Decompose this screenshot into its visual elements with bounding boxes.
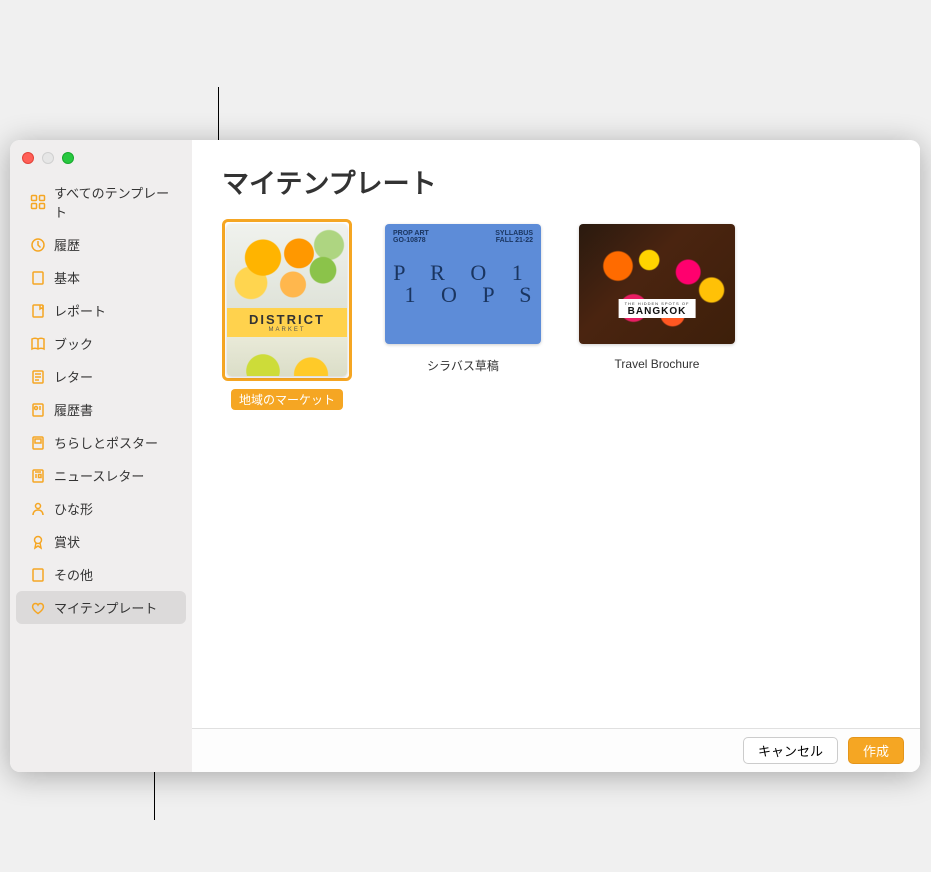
person-icon	[30, 501, 46, 517]
sidebar-item-label: 賞状	[54, 532, 80, 551]
sidebar-item-label: レター	[54, 367, 93, 386]
template-thumbnail: PROP ARTGO-10878 SYLLABUSFALL 21-22 P R …	[385, 224, 541, 344]
footer: キャンセル 作成	[192, 728, 920, 772]
close-window-button[interactable]	[22, 152, 34, 164]
template-chooser-window: すべてのテンプレート 履歴 基本 レポート ブック	[10, 140, 920, 772]
template-thumbnail: DISTRICT MARKET	[227, 224, 347, 376]
template-grid: DISTRICT MARKET 地域のマーケット PROP ARTGO-1087…	[222, 219, 890, 410]
heart-icon	[30, 600, 46, 616]
template-item-district-market[interactable]: DISTRICT MARKET 地域のマーケット	[222, 219, 352, 410]
sidebar-item-letter[interactable]: レター	[16, 360, 186, 393]
sidebar-item-label: ブック	[54, 334, 93, 353]
sidebar-item-label: ひな形	[54, 499, 93, 518]
minimize-window-button[interactable]	[42, 152, 54, 164]
sidebar-item-label: ちらしとポスター	[54, 433, 158, 452]
sidebar-item-label: すべてのテンプレート	[54, 183, 176, 221]
news-icon	[30, 468, 46, 484]
sidebar-item-label: 履歴	[54, 235, 80, 254]
sidebar-item-certificate[interactable]: 賞状	[16, 525, 186, 558]
main-panel: マイテンプレート DISTRICT MARKET 地域のマーケッ	[192, 140, 920, 772]
create-button[interactable]: 作成	[848, 737, 904, 764]
thumb-subtitle: MARKET	[227, 327, 347, 333]
sidebar-item-label: その他	[54, 565, 93, 584]
sidebar-item-my-templates[interactable]: マイテンプレート	[16, 591, 186, 624]
clock-icon	[30, 237, 46, 253]
template-label: 地域のマーケット	[231, 389, 343, 410]
sidebar-item-resume[interactable]: 履歴書	[16, 393, 186, 426]
book-icon	[30, 336, 46, 352]
thumb-title: DISTRICT	[227, 312, 347, 327]
zoom-window-button[interactable]	[62, 152, 74, 164]
template-label: Travel Brochure	[615, 357, 700, 371]
sidebar-item-stationery[interactable]: ひな形	[16, 492, 186, 525]
window-controls	[10, 150, 192, 176]
doc-icon	[30, 270, 46, 286]
doc-icon	[30, 567, 46, 583]
sidebar-item-label: 基本	[54, 268, 80, 287]
sidebar-item-recent[interactable]: 履歴	[16, 228, 186, 261]
grid-icon	[30, 194, 46, 210]
sidebar-item-label: レポート	[54, 301, 106, 320]
sidebar: すべてのテンプレート 履歴 基本 レポート ブック	[10, 140, 192, 772]
ribbon-icon	[30, 534, 46, 550]
sidebar-item-report[interactable]: レポート	[16, 294, 186, 327]
letter-icon	[30, 369, 46, 385]
cancel-button[interactable]: キャンセル	[743, 737, 838, 764]
sidebar-item-book[interactable]: ブック	[16, 327, 186, 360]
sidebar-item-all-templates[interactable]: すべてのテンプレート	[16, 176, 186, 228]
sidebar-item-other[interactable]: その他	[16, 558, 186, 591]
sidebar-item-label: ニュースレター	[54, 466, 144, 485]
template-thumbnail: THE HIDDEN SPOTS OF BANGKOK	[579, 224, 735, 344]
sidebar-item-label: 履歴書	[54, 400, 93, 419]
sidebar-item-newsletter[interactable]: ニュースレター	[16, 459, 186, 492]
template-item-syllabus-draft[interactable]: PROP ARTGO-10878 SYLLABUSFALL 21-22 P R …	[380, 219, 546, 410]
sidebar-item-label: マイテンプレート	[54, 598, 157, 617]
report-icon	[30, 303, 46, 319]
template-item-travel-brochure[interactable]: THE HIDDEN SPOTS OF BANGKOK Travel Broch…	[574, 219, 740, 410]
resume-icon	[30, 402, 46, 418]
main-content: マイテンプレート DISTRICT MARKET 地域のマーケッ	[192, 140, 920, 728]
sidebar-item-flyer-poster[interactable]: ちらしとポスター	[16, 426, 186, 459]
page-title: マイテンプレート	[222, 162, 890, 201]
sidebar-item-basic[interactable]: 基本	[16, 261, 186, 294]
template-label: シラバス草稿	[427, 357, 499, 374]
poster-icon	[30, 435, 46, 451]
